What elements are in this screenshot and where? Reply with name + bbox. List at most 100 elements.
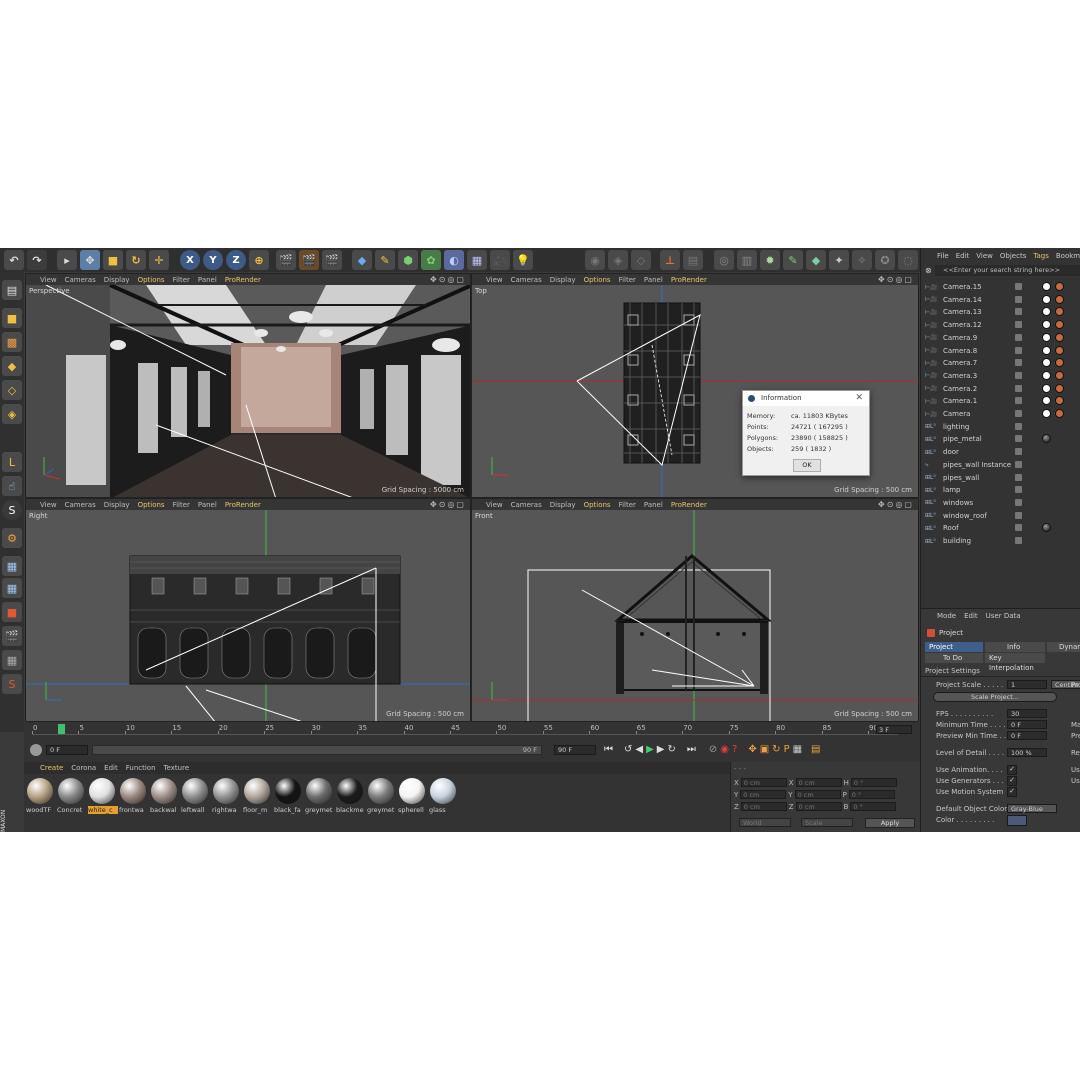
pen-spline-icon[interactable]: ✎ (375, 250, 395, 270)
viewport-nav-icons[interactable]: ✥⊙◎▢ (430, 500, 466, 509)
model-mode-icon[interactable]: ◎ (714, 250, 734, 270)
go-to-start-icon[interactable]: ⏮ (604, 744, 613, 757)
coord-field[interactable]: 0 cm (740, 790, 787, 799)
key-move-icon[interactable]: ✥ (748, 744, 756, 757)
x-axis-lock[interactable]: X (180, 250, 200, 270)
menu-options[interactable]: Options (138, 276, 165, 284)
object-name[interactable]: Camera.13 (943, 308, 982, 316)
menu-cameras[interactable]: Cameras (511, 501, 542, 509)
end-frame-field[interactable]: 90 F (554, 745, 596, 755)
layer-flag-icon[interactable] (1015, 511, 1022, 519)
light-icon[interactable]: 💡 (513, 250, 533, 270)
render-picture-viewer-icon[interactable]: 🎬 (299, 250, 319, 270)
menu-prorender[interactable]: ProRender (671, 276, 707, 284)
model-tool-icon[interactable]: ■ (2, 308, 22, 328)
menu-display[interactable]: Display (550, 276, 576, 284)
level-of-detail-field[interactable]: 100 % (1007, 748, 1047, 757)
viewport-right[interactable]: View Cameras Display Options Filter Pane… (25, 498, 471, 722)
make-editable-icon[interactable]: ▤ (2, 280, 22, 300)
polygons-tool-icon[interactable]: ◈ (2, 404, 22, 424)
target-tag-icon[interactable] (1042, 294, 1051, 304)
object-name[interactable]: Camera.3 (943, 372, 977, 380)
workplane-tool-icon[interactable]: ▦ (2, 556, 22, 576)
color-swatch[interactable] (1007, 815, 1027, 826)
object-row[interactable]: ⊢🎥 Camera.7 (925, 357, 1080, 369)
menu-user-data[interactable]: User Data (986, 612, 1021, 620)
protection-tag-icon[interactable] (1055, 358, 1064, 368)
menu-cameras[interactable]: Cameras (511, 276, 542, 284)
default-object-color-dropdown[interactable]: Gray-Blue (1007, 804, 1057, 813)
uv-mode-icon[interactable]: ▤ (683, 250, 703, 270)
material-swatch[interactable]: Concret (57, 778, 85, 820)
object-row[interactable]: ⊢🎥 Camera.9 (925, 332, 1080, 344)
menu-view[interactable]: View (976, 252, 993, 260)
current-frame-field[interactable]: 3 F (876, 725, 912, 734)
material-tag-icon[interactable] (1042, 434, 1051, 444)
menu-filter[interactable]: Filter (173, 276, 190, 284)
object-row[interactable]: ⊞L⁰ Roof (925, 522, 1080, 534)
start-frame-field[interactable]: 0 F (46, 745, 88, 755)
object-name[interactable]: Camera.9 (943, 334, 977, 342)
tab-key-interpolation[interactable]: Key Interpolation (985, 653, 1045, 672)
scale-tool-icon[interactable]: ■ (103, 250, 123, 270)
menu-panel[interactable]: Panel (198, 276, 217, 284)
object-name[interactable]: Camera.12 (943, 321, 982, 329)
close-icon[interactable]: ✕ (855, 391, 863, 406)
menu-objects[interactable]: Objects (1000, 252, 1026, 260)
coord-field[interactable]: 0 cm (740, 778, 787, 787)
render-view-icon[interactable]: 🎬 (276, 250, 296, 270)
layer-flag-icon[interactable] (1015, 295, 1022, 303)
coord-field[interactable]: 0 ° (848, 790, 895, 799)
layer-flag-icon[interactable] (1015, 359, 1022, 367)
object-row[interactable]: ⤷ pipes_wall Instance (925, 459, 1080, 471)
menu-texture[interactable]: Texture (164, 764, 190, 772)
material-swatch[interactable]: woodTF (26, 778, 54, 820)
protection-tag-icon[interactable] (1055, 320, 1064, 330)
object-row[interactable]: ⊞L⁰ pipes_wall (925, 472, 1080, 484)
workplane-icon[interactable]: ✎ (783, 250, 803, 270)
object-row[interactable]: ⊞L⁰ pipe_metal (925, 433, 1080, 445)
subdivision-icon[interactable]: ⬢ (398, 250, 418, 270)
material-swatch[interactable]: leftwall (181, 778, 209, 820)
menu-prorender[interactable]: ProRender (225, 276, 261, 284)
menu-corona[interactable]: Corona (71, 764, 96, 772)
key-scale-icon[interactable]: ▣ (760, 744, 769, 757)
next-key-icon[interactable]: ↻ (668, 744, 676, 757)
object-row[interactable]: ⊢🎥 Camera.12 (925, 319, 1080, 331)
object-name[interactable]: Camera.14 (943, 296, 982, 304)
menu-edit[interactable]: Edit (956, 252, 970, 260)
object-row[interactable]: ⊞L⁰ lighting (925, 421, 1080, 433)
tweak-mode-icon[interactable]: ☝ (2, 476, 22, 496)
layer-flag-icon[interactable] (1015, 448, 1022, 456)
redo-icon[interactable]: ↷ (27, 250, 47, 270)
menu-view[interactable]: View (40, 501, 57, 509)
menu-panel[interactable]: Panel (644, 276, 663, 284)
go-to-end-icon[interactable]: ⏭ (687, 744, 696, 757)
coordinate-system-icon[interactable]: ⊕ (249, 250, 269, 270)
layer-flag-icon[interactable] (1015, 321, 1022, 329)
menu-bookmarks[interactable]: Bookm (1056, 252, 1080, 260)
protection-tag-icon[interactable] (1055, 383, 1064, 393)
points-mode-icon[interactable]: ◉ (585, 250, 605, 270)
layer-flag-icon[interactable] (1015, 410, 1022, 417)
coord-field[interactable]: 0 cm (740, 802, 787, 811)
key-param-icon[interactable]: P (784, 744, 790, 757)
material-swatch[interactable]: spherell (398, 778, 426, 820)
texture-tool-icon[interactable]: ▩ (2, 332, 22, 352)
deformer-icon[interactable]: ◐ (444, 250, 464, 270)
object-name[interactable]: pipes_wall (943, 474, 979, 482)
cloner-icon[interactable]: ✿ (421, 250, 441, 270)
use-motion-system-checkbox[interactable]: ✓ (1007, 787, 1017, 797)
transform-tool-icon[interactable]: ✛ (149, 250, 169, 270)
y-axis-lock[interactable]: Y (203, 250, 223, 270)
layer-flag-icon[interactable] (1015, 346, 1022, 354)
target-tag-icon[interactable] (1042, 345, 1051, 355)
help-key-icon[interactable]: ? (732, 744, 737, 757)
live-selection-icon[interactable]: ▸ (57, 250, 77, 270)
viewport-perspective[interactable]: View Cameras Display Options Filter Pane… (25, 273, 471, 498)
tab-dynamics[interactable]: Dynam (1047, 642, 1080, 652)
points-tool-icon[interactable]: ◆ (2, 356, 22, 376)
axis-mode-icon[interactable]: ⊥ (660, 250, 680, 270)
menu-view[interactable]: View (40, 276, 57, 284)
material-swatch[interactable]: frontwa (119, 778, 147, 820)
